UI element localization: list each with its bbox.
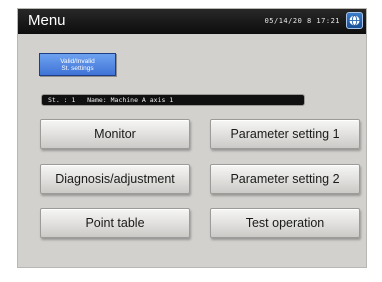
diagnosis-adjustment-button[interactable]: Diagnosis/adjustment — [40, 164, 190, 194]
hmi-screen: Menu 05/14/20 8 17:21 Valid/Invalid St. … — [17, 8, 367, 268]
globe-icon[interactable] — [346, 12, 363, 29]
valid-invalid-st-settings-button[interactable]: Valid/Invalid St. settings — [39, 53, 116, 76]
date-time: 05/14/20 8 17:21 — [264, 17, 340, 25]
window-title: Menu — [28, 12, 66, 29]
settings-button-line1: Valid/Invalid — [60, 58, 95, 65]
point-table-button[interactable]: Point table — [40, 208, 190, 238]
parameter-setting-2-button[interactable]: Parameter setting 2 — [210, 164, 360, 194]
monitor-button[interactable]: Monitor — [40, 119, 190, 149]
settings-button-line2: St. settings — [61, 65, 94, 72]
parameter-setting-1-button[interactable]: Parameter setting 1 — [210, 119, 360, 149]
title-bar: Menu 05/14/20 8 17:21 — [18, 9, 366, 34]
test-operation-button[interactable]: Test operation — [210, 208, 360, 238]
station-name-display: St. : 1 Name: Machine A axis 1 — [41, 94, 305, 106]
